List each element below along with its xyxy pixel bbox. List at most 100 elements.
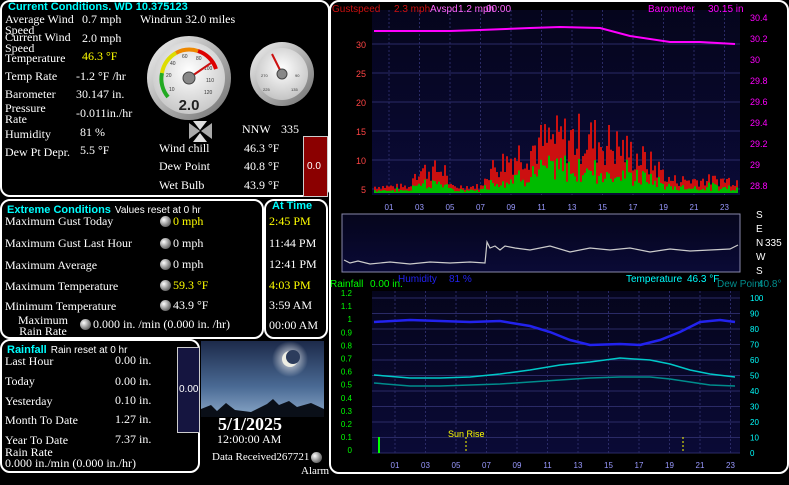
average-bar	[732, 190, 734, 193]
average-bar	[642, 171, 644, 193]
x-tick: 11	[543, 461, 552, 470]
average-bar	[374, 190, 376, 193]
average-bar	[534, 174, 536, 193]
average-bar	[716, 185, 718, 193]
rain-tick: 0.5	[341, 381, 353, 390]
average-bar	[590, 170, 592, 193]
average-bar	[664, 189, 666, 193]
percent-tick: 10	[750, 434, 759, 443]
average-bar	[466, 190, 468, 193]
percent-tick: 50	[750, 372, 759, 381]
max-temp-value: 59.3 °F	[173, 278, 209, 292]
average-bar	[602, 182, 604, 193]
temperature-value: 46.3 °F	[82, 49, 118, 63]
svg-text:60: 60	[182, 54, 188, 60]
average-bar	[518, 170, 520, 193]
svg-text:90: 90	[295, 73, 300, 78]
average-bar	[608, 173, 610, 193]
max-rain-rate-value: 0.000 in. /min (0.000 in. /hr)	[93, 317, 230, 331]
average-bar	[512, 183, 514, 193]
wet-bulb-label: Wet Bulb	[159, 178, 205, 192]
rain-tick: 0.3	[341, 407, 353, 416]
percent-tick: 30	[750, 403, 759, 412]
wind-direction-icon	[187, 121, 214, 142]
max-temp-led	[160, 280, 171, 291]
average-bar	[554, 179, 556, 193]
average-bar	[420, 185, 422, 193]
average-bar	[728, 185, 730, 193]
x-tick: 03	[421, 461, 430, 470]
x-tick: 23	[720, 203, 729, 212]
average-bar	[634, 181, 636, 193]
legend-time: 00:00	[486, 4, 511, 15]
barometer-value: 30.147 in.	[76, 87, 125, 101]
average-bar	[474, 190, 476, 193]
at-time-panel: At Time 2:45 PM 11:44 PM 12:41 PM 4:03 P…	[264, 199, 328, 339]
average-bar	[582, 175, 584, 193]
average-bar	[610, 178, 612, 193]
humidity-label: Humidity	[5, 127, 52, 141]
rain-year-value: 7.37 in.	[115, 432, 152, 446]
alarm-label[interactable]: Alarm	[301, 465, 329, 477]
average-bar	[604, 178, 606, 193]
svg-text:10: 10	[169, 87, 175, 93]
rain-tick: 0.8	[341, 341, 353, 350]
average-bar	[462, 190, 464, 193]
average-bar	[430, 188, 432, 193]
pressure-rate-label: Pressure Rate	[5, 101, 46, 126]
rain-last-hour-label: Last Hour	[5, 354, 54, 368]
max-temp-label: Maximum Temperature	[5, 279, 119, 293]
average-bar	[460, 189, 462, 193]
percent-tick: 70	[750, 341, 759, 350]
average-bar	[446, 184, 448, 193]
x-tick: 05	[452, 461, 461, 470]
average-bar	[736, 187, 738, 193]
average-bar	[684, 189, 686, 193]
average-bar	[616, 176, 618, 193]
x-tick: 17	[635, 461, 644, 470]
x-tick: 15	[604, 461, 613, 470]
average-bar	[402, 190, 404, 193]
legend-humidity-val: 81 %	[449, 274, 472, 285]
average-bar	[628, 172, 630, 193]
rain-tick: 0.7	[341, 355, 353, 364]
average-bar	[560, 158, 562, 193]
legend-humidity: Humidity	[398, 274, 437, 285]
top-x-axis-ticks: 01 03 05 07 09 11 13 15 17 19 21 23	[385, 203, 730, 212]
average-bar	[638, 182, 640, 193]
average-bar	[492, 183, 494, 193]
average-bar	[478, 191, 480, 193]
average-bar	[698, 190, 700, 193]
average-bar	[378, 190, 380, 193]
average-bar	[562, 171, 564, 193]
average-bar	[572, 173, 574, 193]
average-bar	[532, 166, 534, 193]
average-bar	[442, 187, 444, 193]
average-bar	[682, 185, 684, 193]
x-tick: 15	[598, 203, 607, 212]
svg-text:40: 40	[170, 61, 176, 67]
average-bar	[382, 190, 384, 193]
legend-rainfall-val: 0.00 in.	[370, 279, 403, 290]
x-tick: 19	[659, 203, 668, 212]
wind-speed-gauge: 10 20 40 60 80 100 110 120 2.0	[147, 36, 231, 120]
rain-tick: 0.4	[341, 394, 353, 403]
average-bar	[528, 182, 530, 193]
rainfall-panel: Rainfall Rain reset at 0 hr Last Hour 0.…	[0, 339, 200, 473]
average-bar	[678, 190, 680, 193]
dew-depr-value: 5.5 °F	[80, 143, 110, 157]
average-bar	[494, 186, 496, 193]
average-bar	[568, 161, 570, 193]
average-bar	[490, 179, 492, 193]
average-bar	[406, 190, 408, 193]
rain-tick: 1.1	[341, 302, 353, 311]
legend-baro: Barometer	[648, 4, 695, 15]
average-bar	[536, 176, 538, 193]
min-temp-value: 43.9 °F	[173, 298, 209, 312]
rain-last-hour-value: 0.00 in.	[115, 353, 152, 367]
legend-gust: Gustspeed	[332, 4, 380, 15]
average-bar	[394, 191, 396, 193]
average-bar	[486, 189, 488, 193]
alarm-led[interactable]	[311, 452, 322, 463]
average-bar	[428, 187, 430, 193]
